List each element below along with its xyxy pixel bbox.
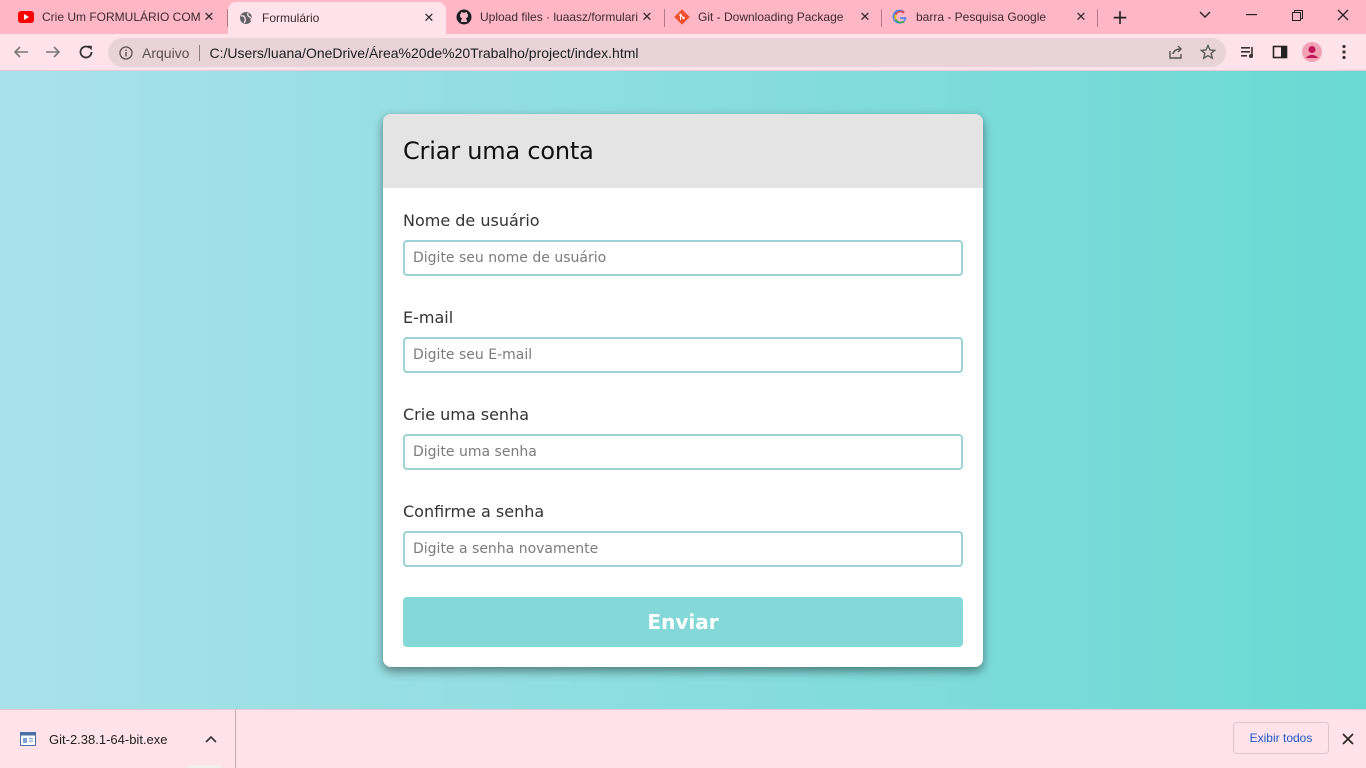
- info-icon[interactable]: [118, 45, 134, 61]
- window-close-icon[interactable]: [1320, 0, 1366, 30]
- tab-close-icon[interactable]: ✕: [638, 8, 656, 26]
- tab-title: barra - Pesquisa Google: [916, 10, 1047, 24]
- google-icon: [892, 9, 908, 25]
- username-input[interactable]: [403, 240, 963, 276]
- share-icon[interactable]: [1165, 41, 1187, 63]
- restore-icon[interactable]: [1274, 0, 1320, 30]
- address-divider: [199, 44, 201, 61]
- password-field-group: Crie uma senha: [403, 404, 963, 470]
- address-scheme-label: Arquivo: [142, 44, 190, 61]
- tab-github[interactable]: Upload files · luaasz/formulario ✕: [446, 0, 664, 34]
- tab-title: Upload files · luaasz/formulario: [480, 10, 638, 24]
- confirm-password-label: Confirme a senha: [403, 502, 545, 521]
- show-all-downloads-button[interactable]: Exibir todos: [1233, 722, 1329, 754]
- tab-title: Git - Downloading Package: [698, 10, 844, 24]
- tab-git[interactable]: Git - Downloading Package ✕: [664, 0, 882, 34]
- media-queue-icon[interactable]: [1234, 38, 1262, 66]
- tab-search-chevron-down-icon[interactable]: [1182, 0, 1228, 30]
- username-label: Nome de usuário: [403, 211, 540, 230]
- download-file-name: Git-2.38.1-64-bit.exe: [49, 731, 168, 747]
- address-url[interactable]: C:/Users/luana/OneDrive/Área%20de%20Trab…: [209, 45, 638, 61]
- menu-kebab-icon[interactable]: [1330, 38, 1358, 66]
- tab-formulario[interactable]: Formulário ✕: [228, 2, 446, 34]
- password-label: Crie uma senha: [403, 405, 530, 424]
- page-viewport: Criar uma conta Nome de usuário E-mail C…: [0, 71, 1366, 709]
- tab-google[interactable]: barra - Pesquisa Google ✕: [882, 0, 1098, 34]
- tab-close-icon[interactable]: ✕: [420, 9, 438, 27]
- github-icon: [456, 9, 472, 25]
- bookmark-star-icon[interactable]: [1197, 41, 1219, 63]
- download-item[interactable]: Git-2.38.1-64-bit.exe: [0, 710, 236, 768]
- tab-strip: Crie Um FORMULÁRIO COMPLETO ✕ Formulário…: [0, 0, 1366, 34]
- minimize-icon[interactable]: [1228, 0, 1274, 30]
- chevron-up-icon[interactable]: [201, 729, 221, 749]
- download-shelf: Git-2.38.1-64-bit.exe Exibir todos: [0, 709, 1366, 768]
- git-icon: [674, 9, 690, 25]
- email-field-group: E-mail: [403, 307, 963, 373]
- browser-toolbar: Arquivo C:/Users/luana/OneDrive/Área%20d…: [0, 34, 1366, 71]
- tab-close-icon[interactable]: ✕: [1072, 8, 1090, 26]
- page-title: Criar uma conta: [403, 137, 594, 165]
- tab-youtube[interactable]: Crie Um FORMULÁRIO COMPLETO ✕: [8, 0, 226, 34]
- globe-icon: [238, 10, 254, 26]
- tab-separator: [1097, 9, 1098, 27]
- email-input[interactable]: [403, 337, 963, 373]
- side-panel-icon[interactable]: [1266, 38, 1294, 66]
- installer-file-icon: [20, 731, 36, 747]
- address-bar[interactable]: Arquivo C:/Users/luana/OneDrive/Área%20d…: [108, 38, 1226, 67]
- email-label: E-mail: [403, 308, 454, 327]
- card-header: Criar uma conta: [383, 114, 983, 188]
- profile-avatar-icon[interactable]: [1298, 38, 1326, 66]
- tab-close-icon[interactable]: ✕: [200, 8, 218, 26]
- password-input[interactable]: [403, 434, 963, 470]
- username-field-group: Nome de usuário: [403, 210, 963, 276]
- tab-close-icon[interactable]: ✕: [856, 8, 874, 26]
- new-tab-button[interactable]: +: [1108, 5, 1132, 29]
- forward-arrow-icon[interactable]: [39, 38, 67, 66]
- tab-title: Formulário: [262, 11, 320, 25]
- shelf-close-icon[interactable]: [1336, 727, 1360, 751]
- back-arrow-icon[interactable]: [7, 38, 35, 66]
- submit-button[interactable]: Enviar: [403, 597, 963, 647]
- tab-title: Crie Um FORMULÁRIO COMPLETO: [42, 10, 200, 24]
- confirm-password-input[interactable]: [403, 531, 963, 567]
- youtube-icon: [18, 9, 34, 25]
- reload-icon[interactable]: [72, 38, 100, 66]
- confirm-password-field-group: Confirme a senha: [403, 501, 963, 567]
- signup-form-card: Criar uma conta Nome de usuário E-mail C…: [383, 114, 983, 667]
